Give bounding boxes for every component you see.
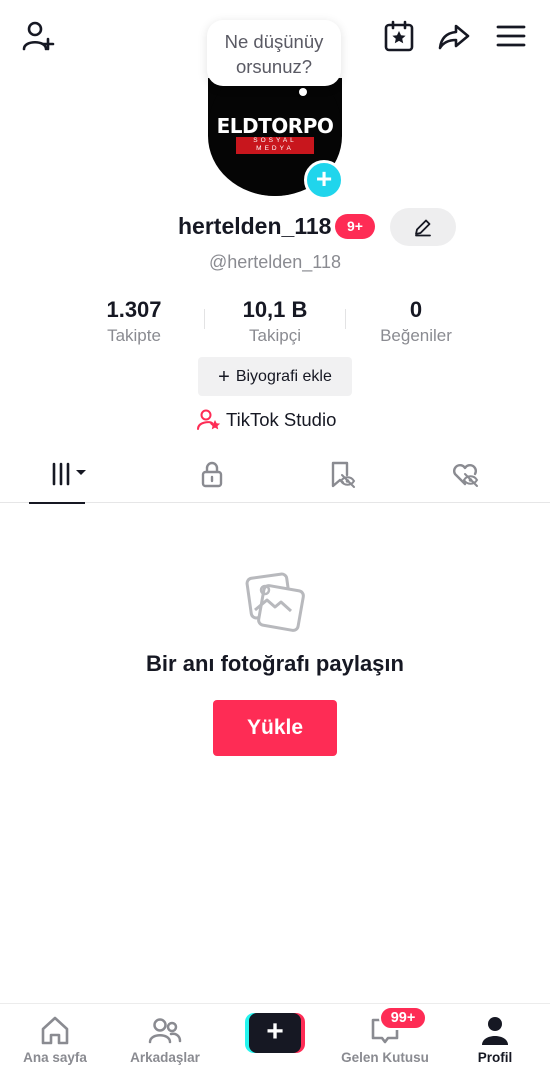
- creator-star-icon: [197, 409, 221, 430]
- tiktok-studio-label: TikTok Studio: [226, 409, 337, 430]
- tab-private[interactable]: [143, 445, 280, 503]
- avatar-logo-text: ELDTORPO: [216, 114, 334, 138]
- nav-friends[interactable]: Arkadaşlar: [110, 1014, 220, 1065]
- add-friend-button[interactable]: [20, 18, 56, 54]
- create-plus-icon: +: [249, 1013, 301, 1053]
- hamburger-menu-icon: [496, 25, 526, 47]
- stat-value: 10,1 B: [242, 297, 308, 322]
- stat-followers[interactable]: 10,1 B Takipçi: [205, 297, 345, 346]
- add-bio-button[interactable]: + Biyografi ekle: [198, 357, 352, 396]
- nav-inbox-label: Gelen Kutusu: [341, 1050, 429, 1065]
- share-arrow-icon: [438, 24, 470, 50]
- upload-button[interactable]: Yükle: [213, 700, 337, 756]
- profile-person-icon: [482, 1017, 508, 1045]
- stat-likes[interactable]: 0 Beğeniler: [346, 297, 486, 346]
- thought-bubble-line1: Ne düşünüy: [224, 31, 324, 52]
- stat-value: 0: [409, 297, 423, 322]
- plus-icon: +: [218, 365, 230, 388]
- add-avatar-button[interactable]: +: [304, 160, 344, 200]
- pencil-icon: [415, 219, 431, 237]
- tiktok-studio-link[interactable]: TikTok Studio: [196, 406, 336, 434]
- name-row: hertelden_118 9+: [0, 208, 550, 248]
- inbox-count-badge: 99+: [379, 1006, 427, 1030]
- user-handle: @hertelden_118: [208, 252, 342, 272]
- bookmark-eye-icon: [331, 461, 355, 488]
- person-plus-icon: [22, 21, 55, 51]
- stat-following[interactable]: 1.307 Takipte: [64, 297, 204, 346]
- bubble-tail: [299, 88, 307, 96]
- stat-label: Takipte: [107, 326, 161, 345]
- grid-videos-icon: [52, 462, 86, 486]
- bottom-navigation: Ana sayfa Arkadaşlar + Gelen Kutusu Prof…: [0, 1003, 550, 1080]
- calendar-star-icon: [384, 20, 414, 52]
- nav-home[interactable]: Ana sayfa: [0, 1014, 110, 1065]
- avatar[interactable]: ELDTORPO SOSYAL MEDYA +: [208, 78, 344, 200]
- nav-profile-label: Profil: [477, 1050, 513, 1065]
- username: hertelden_118: [178, 213, 332, 239]
- friends-icon: [148, 1018, 182, 1044]
- photo-icon: [245, 572, 305, 632]
- tab-favorites[interactable]: [272, 445, 409, 503]
- calendar-button[interactable]: [381, 18, 417, 54]
- add-bio-label: Biyografi ekle: [235, 367, 332, 385]
- content-tabs: [0, 445, 550, 504]
- home-icon: [41, 1016, 69, 1045]
- profile-stats: 1.307 Takipte 10,1 B Takipçi 0 Beğeniler: [64, 297, 484, 349]
- lock-icon: [201, 461, 222, 488]
- tab-videos[interactable]: [0, 445, 137, 504]
- stat-value: 1.307: [106, 297, 162, 322]
- stat-label: Takipçi: [249, 326, 301, 345]
- heart-eye-icon: [452, 463, 478, 487]
- create-button[interactable]: +: [245, 1013, 305, 1053]
- nav-home-label: Ana sayfa: [23, 1050, 87, 1065]
- edit-profile-button[interactable]: [390, 208, 456, 246]
- thought-bubble-line2: orsunuz?: [235, 56, 313, 77]
- stat-label: Beğeniler: [380, 326, 452, 345]
- notification-badge[interactable]: 9+: [335, 214, 375, 239]
- avatar-logo-subtext: SOSYAL MEDYA: [253, 137, 297, 152]
- tab-liked[interactable]: [396, 445, 533, 503]
- share-button[interactable]: [436, 18, 472, 54]
- empty-state: Bir anı fotoğrafı paylaşın: [0, 570, 550, 677]
- nav-profile[interactable]: Profil: [440, 1014, 550, 1065]
- menu-button[interactable]: [493, 18, 529, 54]
- thought-bubble[interactable]: Ne düşünüy orsunuz?: [207, 20, 341, 96]
- empty-state-title: Bir anı fotoğrafı paylaşın: [146, 651, 404, 676]
- nav-friends-label: Arkadaşlar: [130, 1050, 200, 1065]
